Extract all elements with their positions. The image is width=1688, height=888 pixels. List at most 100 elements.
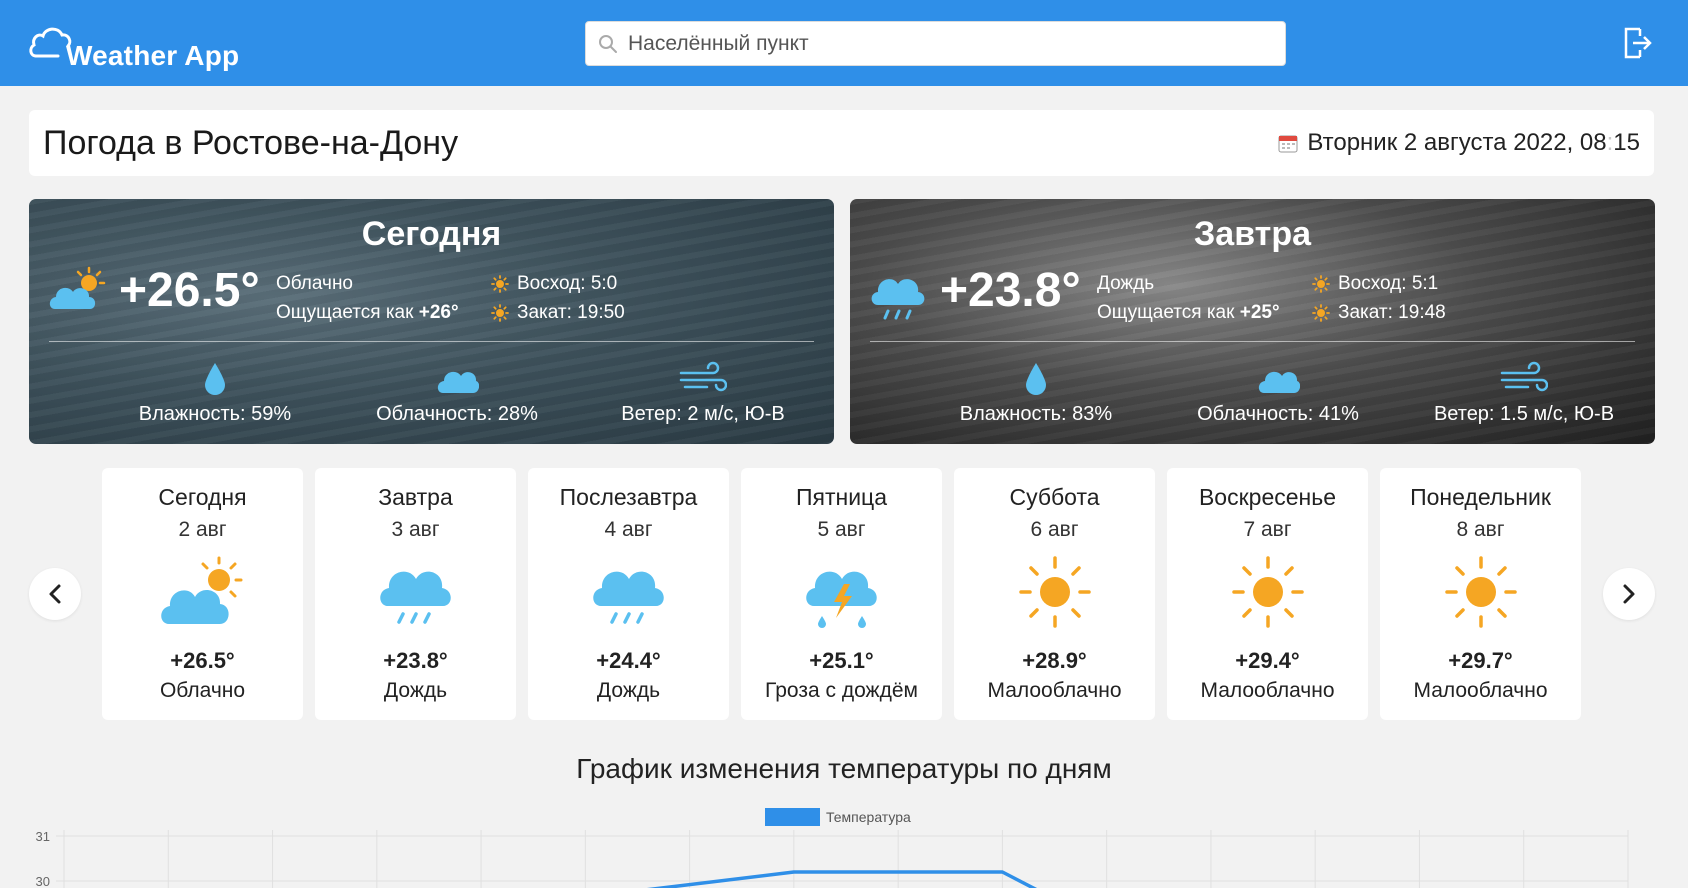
day-condition: Облачно <box>159 679 246 702</box>
logout-icon[interactable] <box>1620 25 1654 61</box>
search-icon <box>599 35 617 53</box>
humidity-value: Влажность: 59% <box>138 403 292 425</box>
chart-title: График изменения температуры по дням <box>576 753 1112 784</box>
feels-value: +26° <box>418 302 459 323</box>
forecast-day-card[interactable]: Сегодня 2 авг +26.5° Облачно <box>102 468 303 720</box>
day-condition: Малооблачно <box>1200 679 1335 702</box>
cloud-icon <box>1258 371 1300 393</box>
day-date: 7 авг <box>1243 518 1292 541</box>
sunrise-icon <box>1312 274 1330 293</box>
cloud-icon <box>437 371 479 393</box>
wind-icon <box>679 361 727 392</box>
tomorrow-feels-like: Ощущается как +25° <box>1097 298 1280 327</box>
tomorrow-description: Дождь Ощущается как +25° <box>1097 269 1280 327</box>
day-name: Воскресенье <box>1198 484 1337 510</box>
sun-icon <box>1444 556 1517 628</box>
tomorrow-wind: Ветер: 1.5 м/с, Ю-В <box>1394 361 1654 426</box>
partly-cloudy-icon <box>160 556 242 624</box>
tomorrow-condition: Дождь <box>1097 273 1155 294</box>
sunset-icon <box>491 303 509 322</box>
forecast-day-card[interactable]: Пятница 5 авг +25.1° Гроза с дождём <box>741 468 942 720</box>
chevron-left-icon <box>49 584 61 604</box>
tomorrow-temperature: +23.8° <box>940 264 1081 317</box>
forecast-day-card[interactable]: Послезавтра 4 авг +24.4° Дождь <box>528 468 729 720</box>
carousel-next-button[interactable] <box>1603 568 1655 620</box>
wind-value: Ветер: 2 м/с, Ю-В <box>621 403 785 425</box>
today-temperature: +26.5° <box>119 264 260 317</box>
day-condition: Гроза с дождём <box>765 679 918 702</box>
day-temperature: +28.9° <box>1022 648 1087 673</box>
cloudiness-value: Облачность: 41% <box>1197 403 1359 425</box>
current-datetime: Вторник 2 августа 2022, 08:15 <box>1277 129 1640 157</box>
humidity-drop-icon <box>1026 363 1046 395</box>
day-condition: Дождь <box>596 679 661 702</box>
partly-cloudy-icon <box>49 266 106 309</box>
day-date: 8 авг <box>1456 518 1505 541</box>
rain-icon <box>379 571 451 624</box>
app-name: Weather App <box>66 40 240 71</box>
tomorrow-cloudiness: Облачность: 41% <box>1148 361 1408 426</box>
day-temperature: +25.1° <box>809 648 874 673</box>
day-date: 5 авг <box>817 518 866 541</box>
wind-icon <box>1500 361 1548 392</box>
thunderstorm-icon <box>805 571 877 628</box>
day-name: Понедельник <box>1410 484 1551 510</box>
today-description: Облачно Ощущается как +26° <box>276 269 459 327</box>
forecast-day-card[interactable]: Суббота 6 авг +28.9° Малооблачно <box>954 468 1155 720</box>
day-name: Пятница <box>795 484 888 510</box>
day-name: Суббота <box>1009 484 1100 510</box>
card-divider <box>49 341 814 342</box>
day-date: 3 авг <box>391 518 440 541</box>
day-date: 4 авг <box>604 518 653 541</box>
today-humidity: Влажность: 59% <box>85 361 345 426</box>
card-title: Сегодня <box>361 215 502 253</box>
rain-icon <box>871 279 925 320</box>
day-date: 2 авг <box>178 518 227 541</box>
day-date: 6 авг <box>1030 518 1079 541</box>
search-box[interactable] <box>585 21 1286 66</box>
wind-value: Ветер: 1.5 м/с, Ю-В <box>1433 403 1615 425</box>
sun-icon <box>1018 556 1091 628</box>
calendar-icon <box>1278 135 1298 153</box>
today-feels-like: Ощущается как +26° <box>276 298 459 327</box>
sunset-icon <box>1312 303 1330 322</box>
humidity-drop-icon <box>205 363 225 395</box>
day-condition: Малооблачно <box>987 679 1122 702</box>
sun-icon <box>1231 556 1304 628</box>
day-temperature: +29.7° <box>1448 648 1513 673</box>
today-sunset: Закат: 19:50 <box>517 302 625 323</box>
day-name: Завтра <box>378 484 453 510</box>
day-condition: Дождь <box>383 679 448 702</box>
sunrise-icon <box>491 274 509 293</box>
header-bar: Weather App <box>0 0 1688 86</box>
day-temperature: +29.4° <box>1235 648 1300 673</box>
day-temperature: +23.8° <box>383 648 448 673</box>
feels-label: Ощущается как <box>1097 302 1240 323</box>
date-text: Вторник 2 августа 2022, 08 <box>1307 129 1607 156</box>
card-divider <box>870 341 1635 342</box>
minutes-text: 15 <box>1613 129 1640 156</box>
search-input[interactable] <box>628 22 1268 65</box>
humidity-value: Влажность: 83% <box>959 403 1113 425</box>
day-condition: Малооблачно <box>1413 679 1548 702</box>
location-title-bar: Погода в Ростове-на-Дону Вторник 2 авгус… <box>29 110 1654 176</box>
today-wind: Ветер: 2 м/с, Ю-В <box>573 361 833 426</box>
tomorrow-humidity: Влажность: 83% <box>906 361 1166 426</box>
tomorrow-sunset: Закат: 19:48 <box>1338 302 1446 323</box>
time-separator: : <box>1606 129 1614 156</box>
temperature-chart: 31 30 <box>36 829 1629 888</box>
rain-icon <box>592 571 664 624</box>
card-title: Завтра <box>1194 215 1311 253</box>
tomorrow-sun-times: Восход: 5:1 Закат: 19:48 <box>1312 269 1446 327</box>
chevron-right-icon <box>1623 584 1635 604</box>
page-title: Погода в Ростове-на-Дону <box>43 124 459 162</box>
forecast-day-card[interactable]: Завтра 3 авг +23.8° Дождь <box>315 468 516 720</box>
today-card: Сегодня +26.5° Облачно Ощущается как +26… <box>29 199 834 444</box>
app-logo[interactable]: Weather App <box>28 18 239 71</box>
forecast-day-card[interactable]: Понедельник 8 авг +29.7° Малооблачно <box>1380 468 1581 720</box>
feels-value: +25° <box>1239 302 1280 323</box>
carousel-prev-button[interactable] <box>29 568 81 620</box>
today-sunrise: Восход: 5:0 <box>517 273 618 294</box>
day-temperature: +26.5° <box>170 648 235 673</box>
forecast-day-card[interactable]: Воскресенье 7 авг +29.4° Малооблачно <box>1167 468 1368 720</box>
